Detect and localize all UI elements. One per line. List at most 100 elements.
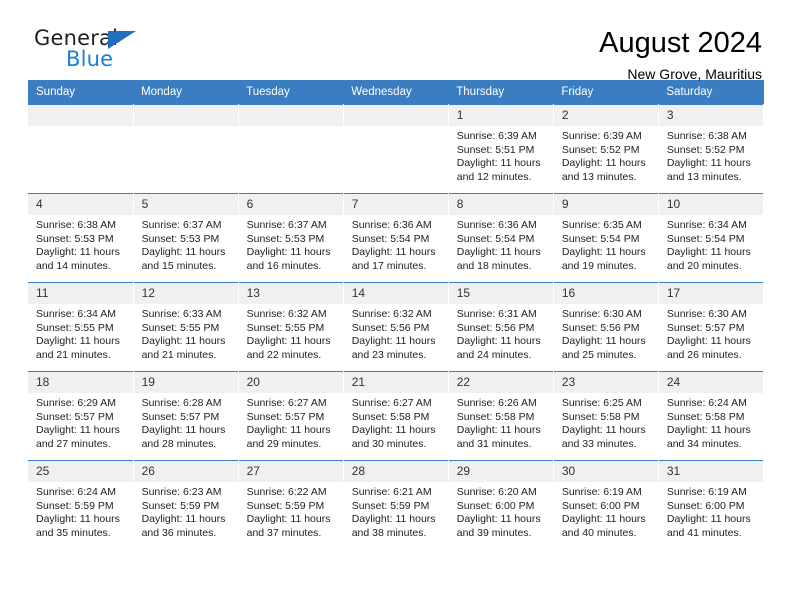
sunrise-text: Sunrise: 6:28 AM [141, 397, 222, 409]
day-details: Sunrise: 6:30 AM Sunset: 5:56 PM Daylight:… [554, 304, 658, 362]
daylight-text-line2: and 20 minutes. [666, 259, 742, 272]
day-number [343, 105, 448, 126]
sunset-text: Sunset: 6:00 PM [456, 499, 535, 512]
calendar-day-cell[interactable]: 11 Sunrise: 6:34 AM Sunset: 5:55 PM Dayligh… [28, 282, 134, 372]
calendar-day-cell[interactable]: 21 Sunrise: 6:27 AM Sunset: 5:58 PM Dayligh… [343, 371, 449, 461]
calendar-day-cell[interactable]: 14 Sunrise: 6:32 AM Sunset: 5:56 PM Dayligh… [343, 282, 449, 372]
daylight-text-line2: and 36 minutes. [141, 526, 217, 539]
daylight-text-line1: Daylight: 11 hours [351, 513, 436, 526]
day-details: Sunrise: 6:30 AM Sunset: 5:57 PM Daylight:… [659, 304, 763, 362]
sunrise-text: Sunrise: 6:27 AM [351, 397, 432, 409]
calendar-day-cell-empty [133, 104, 239, 194]
calendar-day-cell[interactable]: 9 Sunrise: 6:35 AM Sunset: 5:54 PM Daylight… [553, 193, 659, 283]
day-details: Sunrise: 6:34 AM Sunset: 5:54 PM Daylight:… [659, 215, 763, 273]
calendar-day-cell[interactable]: 28 Sunrise: 6:21 AM Sunset: 5:59 PM Dayligh… [343, 460, 449, 550]
sunrise-text: Sunrise: 6:19 AM [666, 486, 747, 498]
day-number: 9 [553, 194, 658, 215]
calendar-day-cell[interactable]: 27 Sunrise: 6:22 AM Sunset: 5:59 PM Dayligh… [238, 460, 344, 550]
calendar-day-cell[interactable]: 1 Sunrise: 6:39 AM Sunset: 5:51 PM Daylight… [448, 104, 554, 194]
calendar-day-cell[interactable]: 15 Sunrise: 6:31 AM Sunset: 5:56 PM Dayligh… [448, 282, 554, 372]
calendar-day-cell[interactable]: 26 Sunrise: 6:23 AM Sunset: 5:59 PM Dayligh… [133, 460, 239, 550]
daylight-text-line2: and 41 minutes. [666, 526, 742, 539]
daylight-text-line2: and 39 minutes. [456, 526, 532, 539]
sunset-text: Sunset: 5:56 PM [456, 321, 535, 334]
day-details: Sunrise: 6:38 AM Sunset: 5:52 PM Daylight:… [659, 126, 763, 184]
weekday-header-monday: Monday [133, 80, 239, 105]
day-details: Sunrise: 6:19 AM Sunset: 6:00 PM Daylight:… [659, 482, 763, 540]
calendar-day-cell[interactable]: 10 Sunrise: 6:34 AM Sunset: 5:54 PM Dayligh… [658, 193, 765, 283]
calendar-day-cell[interactable]: 6 Sunrise: 6:37 AM Sunset: 5:53 PM Daylight… [238, 193, 344, 283]
calendar-day-cell[interactable]: 31 Sunrise: 6:19 AM Sunset: 6:00 PM Dayligh… [658, 460, 765, 550]
sunset-text: Sunset: 5:55 PM [141, 321, 220, 334]
daylight-text-line2: and 24 minutes. [456, 348, 532, 361]
daylight-text-line1: Daylight: 11 hours [456, 246, 541, 259]
day-number: 6 [238, 194, 343, 215]
daylight-text-line1: Daylight: 11 hours [561, 335, 646, 348]
calendar-day-cell[interactable]: 23 Sunrise: 6:25 AM Sunset: 5:58 PM Dayligh… [553, 371, 659, 461]
sunset-text: Sunset: 5:59 PM [36, 499, 114, 512]
daylight-text-line1: Daylight: 11 hours [141, 335, 226, 348]
daylight-text-line1: Daylight: 11 hours [36, 335, 120, 348]
day-number: 12 [133, 283, 238, 304]
day-number: 3 [658, 105, 763, 126]
sunset-text: Sunset: 5:55 PM [246, 321, 325, 334]
sunrise-text: Sunrise: 6:34 AM [36, 308, 116, 320]
calendar-day-cell[interactable]: 24 Sunrise: 6:24 AM Sunset: 5:58 PM Dayligh… [658, 371, 765, 461]
day-number: 25 [28, 461, 133, 482]
calendar-day-cell[interactable]: 22 Sunrise: 6:26 AM Sunset: 5:58 PM Dayligh… [448, 371, 554, 461]
day-details: Sunrise: 6:19 AM Sunset: 6:00 PM Daylight:… [554, 482, 658, 540]
daylight-text-line1: Daylight: 11 hours [666, 513, 751, 526]
sunrise-text: Sunrise: 6:31 AM [456, 308, 537, 320]
daylight-text-line1: Daylight: 11 hours [141, 424, 226, 437]
sunrise-text: Sunrise: 6:24 AM [36, 486, 116, 498]
day-number: 16 [553, 283, 658, 304]
daylight-text-line1: Daylight: 11 hours [141, 513, 226, 526]
daylight-text-line1: Daylight: 11 hours [36, 424, 120, 437]
calendar-table: Sunday Monday Tuesday Wednesday Thursday… [28, 80, 765, 550]
calendar-day-cell[interactable]: 30 Sunrise: 6:19 AM Sunset: 6:00 PM Dayligh… [553, 460, 659, 550]
sunrise-text: Sunrise: 6:36 AM [351, 219, 432, 231]
calendar-day-cell[interactable]: 16 Sunrise: 6:30 AM Sunset: 5:56 PM Dayligh… [553, 282, 659, 372]
sunset-text: Sunset: 5:51 PM [456, 143, 535, 156]
sunset-text: Sunset: 5:58 PM [561, 410, 640, 423]
calendar-week-row: 1 Sunrise: 6:39 AM Sunset: 5:51 PM Daylight… [28, 104, 765, 194]
sunrise-text: Sunrise: 6:27 AM [246, 397, 327, 409]
day-number: 14 [343, 283, 448, 304]
calendar-day-cell[interactable]: 12 Sunrise: 6:33 AM Sunset: 5:55 PM Dayligh… [133, 282, 239, 372]
daylight-text-line2: and 16 minutes. [246, 259, 322, 272]
daylight-text-line2: and 14 minutes. [36, 259, 111, 272]
daylight-text-line1: Daylight: 11 hours [561, 246, 646, 259]
calendar-week-row: 4 Sunrise: 6:38 AM Sunset: 5:53 PM Daylight… [28, 193, 765, 283]
calendar-day-cell[interactable]: 18 Sunrise: 6:29 AM Sunset: 5:57 PM Dayligh… [28, 371, 134, 461]
calendar-day-cell[interactable]: 29 Sunrise: 6:20 AM Sunset: 6:00 PM Dayligh… [448, 460, 554, 550]
calendar-day-cell[interactable]: 20 Sunrise: 6:27 AM Sunset: 5:57 PM Dayligh… [238, 371, 344, 461]
general-blue-logo[interactable]: General Blue [34, 26, 154, 74]
sunrise-text: Sunrise: 6:21 AM [351, 486, 432, 498]
page-title: August 2024 [599, 27, 762, 59]
day-details: Sunrise: 6:37 AM Sunset: 5:53 PM Daylight:… [239, 215, 343, 273]
calendar-day-cell[interactable]: 25 Sunrise: 6:24 AM Sunset: 5:59 PM Dayligh… [28, 460, 134, 550]
calendar-day-cell[interactable]: 13 Sunrise: 6:32 AM Sunset: 5:55 PM Dayligh… [238, 282, 344, 372]
daylight-text-line1: Daylight: 11 hours [246, 513, 331, 526]
sunrise-text: Sunrise: 6:36 AM [456, 219, 537, 231]
day-number: 11 [28, 283, 133, 304]
calendar-day-cell[interactable]: 5 Sunrise: 6:37 AM Sunset: 5:53 PM Daylight… [133, 193, 239, 283]
sunrise-text: Sunrise: 6:30 AM [561, 308, 642, 320]
day-number: 23 [553, 372, 658, 393]
daylight-text-line1: Daylight: 11 hours [561, 424, 646, 437]
daylight-text-line1: Daylight: 11 hours [561, 157, 646, 170]
day-number: 15 [448, 283, 553, 304]
calendar-day-cell[interactable]: 4 Sunrise: 6:38 AM Sunset: 5:53 PM Daylight… [28, 193, 134, 283]
logo-text-blue: Blue [66, 47, 114, 71]
daylight-text-line1: Daylight: 11 hours [666, 424, 751, 437]
calendar-day-cell[interactable]: 2 Sunrise: 6:39 AM Sunset: 5:52 PM Daylight… [553, 104, 659, 194]
calendar-day-cell[interactable]: 17 Sunrise: 6:30 AM Sunset: 5:57 PM Dayligh… [658, 282, 765, 372]
calendar-day-cell[interactable]: 8 Sunrise: 6:36 AM Sunset: 5:54 PM Daylight… [448, 193, 554, 283]
day-number: 21 [343, 372, 448, 393]
calendar-day-cell[interactable]: 7 Sunrise: 6:36 AM Sunset: 5:54 PM Daylight… [343, 193, 449, 283]
daylight-text-line2: and 17 minutes. [351, 259, 427, 272]
calendar-day-cell[interactable]: 3 Sunrise: 6:38 AM Sunset: 5:52 PM Daylight… [658, 104, 765, 194]
sunset-text: Sunset: 5:52 PM [666, 143, 745, 156]
calendar-day-cell-empty [28, 104, 134, 194]
calendar-day-cell[interactable]: 19 Sunrise: 6:28 AM Sunset: 5:57 PM Dayligh… [133, 371, 239, 461]
